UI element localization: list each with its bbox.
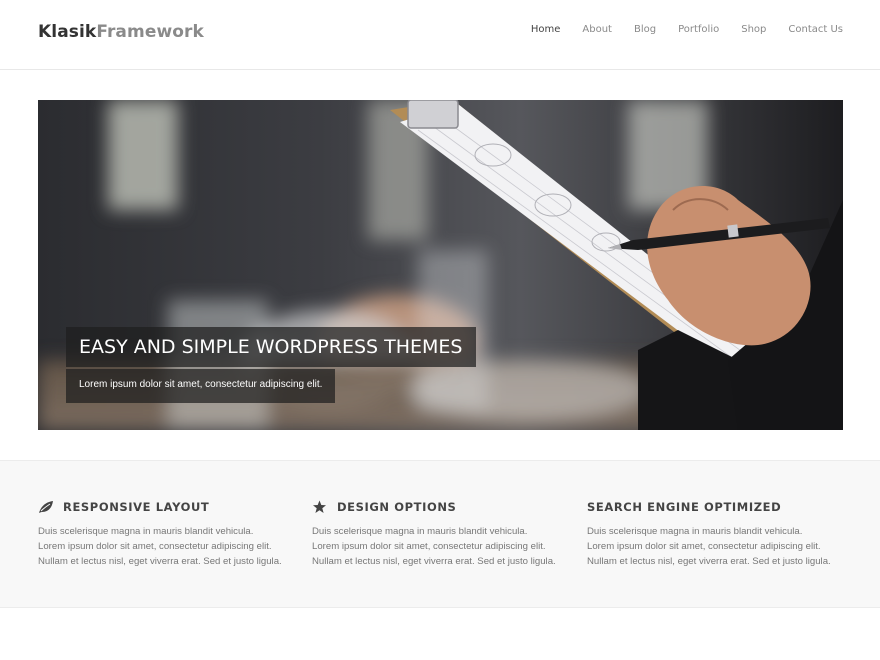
feature-text: Duis scelerisque magna in mauris blandit…	[312, 526, 556, 567]
feature-heading: SEARCH ENGINE OPTIMIZED	[587, 499, 832, 515]
feature-responsive-layout: RESPONSIVE LAYOUT Duis scelerisque magna…	[38, 499, 283, 569]
nav-item-blog[interactable]: Blog	[634, 24, 656, 35]
feature-text: Duis scelerisque magna in mauris blandit…	[587, 526, 831, 567]
nav-item-contact-us[interactable]: Contact Us	[788, 24, 843, 35]
site-header: KlasikFramework Home About Blog Portfoli…	[0, 0, 880, 70]
main-nav: Home About Blog Portfolio Shop Contact U…	[509, 24, 843, 35]
nav-item-portfolio[interactable]: Portfolio	[678, 24, 719, 35]
nav-item-home[interactable]: Home	[531, 24, 561, 35]
leaf-icon	[39, 501, 53, 513]
hero-slider[interactable]: EASY AND SIMPLE WORDPRESS THEMES Lorem i…	[38, 100, 843, 430]
feature-text: Duis scelerisque magna in mauris blandit…	[38, 526, 282, 567]
feature-seo: SEARCH ENGINE OPTIMIZED Duis scelerisque…	[587, 499, 832, 569]
feature-title: DESIGN OPTIONS	[337, 500, 457, 514]
feature-design-options: DESIGN OPTIONS Duis scelerisque magna in…	[312, 499, 557, 569]
hero-caption-title: EASY AND SIMPLE WORDPRESS THEMES	[66, 327, 476, 367]
star-icon	[313, 500, 326, 513]
logo-bold-text: Klasik	[38, 22, 97, 42]
feature-title: SEARCH ENGINE OPTIMIZED	[587, 500, 782, 514]
feature-heading: DESIGN OPTIONS	[312, 499, 557, 515]
hero-caption-text: Lorem ipsum dolor sit amet, consectetur …	[66, 369, 336, 403]
nav-item-about[interactable]: About	[582, 24, 612, 35]
logo-light-text: Framework	[96, 22, 204, 42]
features-section: RESPONSIVE LAYOUT Duis scelerisque magna…	[0, 460, 880, 608]
feature-title: RESPONSIVE LAYOUT	[63, 500, 210, 514]
site-logo[interactable]: KlasikFramework	[38, 22, 204, 42]
nav-item-shop[interactable]: Shop	[741, 24, 766, 35]
feature-heading: RESPONSIVE LAYOUT	[38, 499, 283, 515]
